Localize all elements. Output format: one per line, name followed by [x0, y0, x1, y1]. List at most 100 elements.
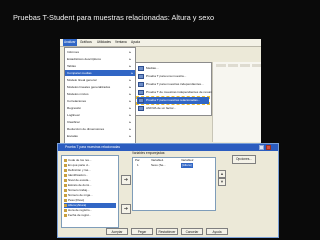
menu-analizar[interactable]: Analizar — [63, 39, 77, 46]
submenu-item-t-resumen[interactable]: Prueba T de muestras independientes de r… — [137, 89, 216, 96]
scale-variable-icon — [64, 168, 67, 172]
minimize-icon[interactable] — [259, 145, 264, 150]
pair-number: 1 — [137, 163, 139, 167]
menu-ventana[interactable]: Ventana — [115, 39, 127, 46]
analyze-item-clasificar[interactable]: Clasificar ▸ — [67, 119, 133, 125]
compare-means-submenu: Medias... Prueba T para una muestra... P… — [135, 62, 216, 116]
submenu-item-medias[interactable]: Medias... — [137, 65, 209, 72]
move-right-arrow-icon[interactable]: ➔ — [121, 204, 131, 214]
procedure-icon — [138, 65, 144, 71]
submenu-arrow-icon: ▸ — [129, 57, 131, 61]
analyze-item-modelos-generalizados[interactable]: Modelos lineales generalizados ▸ — [67, 84, 133, 90]
analyze-item-label: Estadísticos descriptivos — [67, 57, 101, 61]
analyze-item-descriptivos[interactable]: Estadísticos descriptivos ▸ — [67, 56, 133, 62]
dialog-titlebar: Prueba T para muestras relacionadas — [58, 144, 278, 151]
analyze-item-label: Loglineal — [67, 113, 80, 117]
analyze-item-label: Informes — [67, 50, 80, 54]
analyze-item-label: Clasificar — [67, 120, 80, 124]
variable-label: Peso [Peso] — [68, 198, 85, 202]
spss-menu-screenshot: Analizar Gráficos Utilidades Ventana Ayu… — [60, 39, 261, 143]
analyze-item-label: Tablas — [67, 64, 76, 68]
submenu-arrow-icon: ▸ — [129, 78, 131, 82]
submenu-arrow-icon: ▸ — [129, 113, 131, 117]
analyze-item-reduccion[interactable]: Reducción de dimensiones ▸ — [67, 126, 133, 132]
move-right-arrow-icon[interactable]: ➔ — [121, 175, 131, 185]
move-up-icon[interactable]: ▲ — [218, 170, 226, 178]
pair-variable1: Sexo (Se... — [151, 163, 166, 167]
scale-variable-icon — [64, 213, 67, 217]
analyze-item-modelo-lineal[interactable]: Modelo lineal general ▸ — [67, 77, 133, 83]
table-row[interactable]: 1 Sexo (Se... [Altura] — [133, 163, 215, 168]
submenu-arrow-icon: ▸ — [129, 64, 131, 68]
scale-variable-icon — [64, 203, 67, 207]
submenu-arrow-icon: ▸ — [129, 92, 131, 96]
scale-variable-icon — [64, 178, 67, 182]
submenu-item-label: Prueba T para una muestra... — [146, 74, 187, 78]
paste-button[interactable]: Pegar — [131, 228, 153, 235]
menu-utilidades[interactable]: Utilidades — [97, 39, 111, 46]
variable-label: Fecha de regist... — [68, 213, 92, 217]
variable-label: Nivel de escola... — [68, 178, 91, 182]
paired-variables-table[interactable]: Par Variable1 Variable2 1 Sexo (Se... [A… — [132, 157, 216, 211]
submenu-arrow-icon: ▸ — [129, 127, 131, 131]
submenu-item-label: ANOVA de un factor... — [146, 106, 177, 110]
menu-graficos[interactable]: Gráficos — [80, 39, 92, 46]
analyze-item-label: Modelos lineales generalizados — [67, 85, 111, 89]
analyze-item-label: Regresión — [67, 106, 82, 110]
variable-label: En qué parte d... — [68, 163, 91, 167]
list-item[interactable]: Fecha de regist... — [64, 213, 116, 218]
variable-label: Code de los res... — [68, 158, 92, 162]
scale-variable-icon — [64, 158, 67, 162]
options-button[interactable]: Opciones... — [232, 155, 256, 164]
variable-label: Número de miga... — [68, 193, 93, 197]
scale-variable-icon — [64, 183, 67, 187]
scale-variable-icon — [64, 188, 67, 192]
close-icon[interactable] — [266, 145, 271, 150]
variable-label: Estrato de domi... — [68, 183, 92, 187]
cancel-button[interactable]: Cancelar — [181, 228, 203, 235]
analyze-item-tablas[interactable]: Tablas ▸ — [67, 63, 133, 69]
analyze-item-loglineal[interactable]: Loglineal ▸ — [67, 112, 133, 118]
procedure-icon — [138, 81, 144, 87]
analyze-item-correlaciones[interactable]: Correlaciones ▸ — [67, 98, 133, 104]
analyze-item-modelos-mixtos[interactable]: Modelos mixtos ▸ — [67, 91, 133, 97]
analyze-item-label: Comparar medias — [67, 71, 92, 75]
analyze-item-regresion[interactable]: Regresión ▸ — [67, 105, 133, 111]
submenu-arrow-icon: ▸ — [129, 106, 131, 110]
source-variable-list[interactable]: Code de los res... En qué parte d... Def… — [61, 155, 119, 228]
variable-label: Altura [Altura] — [68, 203, 87, 207]
analyze-item-comparar-medias[interactable]: Comparar medias ▸ — [65, 70, 135, 76]
procedure-icon — [138, 73, 144, 79]
scale-variable-icon — [64, 173, 67, 177]
variable-label: Número trabaj... — [68, 188, 90, 192]
submenu-item-anova[interactable]: ANOVA de un factor... — [137, 105, 209, 112]
analyze-item-label: Correlaciones — [67, 99, 87, 103]
variable-label: Hora de registro... — [68, 208, 93, 212]
help-button[interactable]: Ayuda — [206, 228, 228, 235]
submenu-arrow-icon: ▸ — [129, 85, 131, 89]
paired-t-test-dialog: Prueba T para muestras relacionadas Code… — [57, 143, 279, 238]
move-down-icon[interactable]: ▼ — [218, 178, 226, 186]
dialog-title: Prueba T para muestras relacionadas — [65, 145, 121, 149]
reset-button[interactable]: Restablecer — [156, 228, 178, 235]
ok-button[interactable]: Aceptar — [106, 228, 128, 235]
analyze-item-escalas[interactable]: Escalas ▸ — [67, 133, 133, 139]
analyze-item-label: Reducción de dimensiones — [67, 127, 105, 131]
submenu-item-label: Prueba T de muestras independientes de r… — [146, 90, 216, 94]
variable-label: Identificación... — [68, 173, 89, 177]
submenu-arrow-icon: ▸ — [129, 120, 131, 124]
submenu-arrow-icon: ▸ — [129, 99, 131, 103]
slide-title: Pruebas T-Student para muestras relacion… — [13, 13, 215, 22]
procedure-icon — [138, 105, 144, 111]
submenu-item-t-una-muestra[interactable]: Prueba T para una muestra... — [137, 73, 209, 80]
scale-variable-icon — [64, 163, 67, 167]
procedure-icon — [138, 89, 144, 95]
scale-variable-icon — [64, 193, 67, 197]
scale-variable-icon — [64, 198, 67, 202]
submenu-item-t-independientes[interactable]: Prueba T para muestras independientes... — [137, 81, 209, 88]
menu-ayuda[interactable]: Ayuda — [131, 39, 140, 46]
analyze-item-label: Modelos mixtos — [67, 92, 89, 96]
procedure-icon — [138, 97, 144, 103]
submenu-item-t-relacionadas[interactable]: Prueba T para muestras relacionadas... — [136, 96, 210, 105]
analyze-item-informes[interactable]: Informes ▸ — [67, 49, 133, 55]
